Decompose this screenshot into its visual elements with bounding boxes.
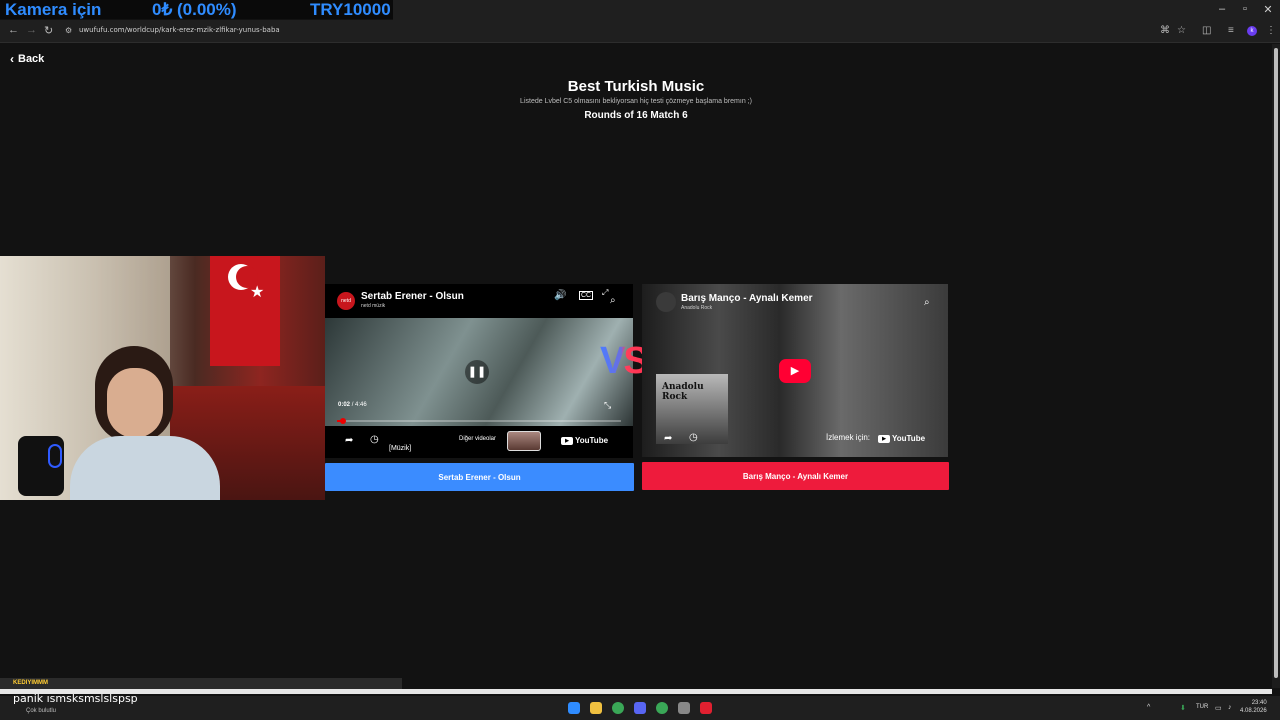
youtube-play-icon: ▶: [878, 434, 890, 443]
youtube-logo[interactable]: ▶ YouTube: [878, 434, 925, 443]
netd-channel-logo[interactable]: netd: [337, 292, 355, 310]
forward-arrow-icon[interactable]: →: [26, 24, 37, 36]
turkish-flag: ★: [210, 256, 280, 366]
back-button[interactable]: ‹ Back: [10, 52, 44, 66]
volume-icon[interactable]: 🔊: [554, 290, 566, 301]
target-readout: TRY10000: [310, 0, 391, 19]
discord-icon[interactable]: [634, 702, 646, 714]
time-readout: 0:02 / 4:46: [338, 402, 367, 408]
watch-later-icon[interactable]: ◷: [370, 434, 379, 445]
file-explorer-icon[interactable]: [590, 702, 602, 714]
translate-icon[interactable]: ⌘: [1160, 25, 1170, 36]
right-video-channel[interactable]: Anadolu Rock: [681, 305, 712, 311]
other-videos-label[interactable]: Diğer videolar: [459, 436, 496, 442]
weather-label: Çok bulutlu: [26, 708, 57, 714]
chat-message: panik ısmsksmslslspsp: [13, 692, 138, 705]
caption-text: [Müzik]: [389, 445, 412, 452]
balance-readout: 0₺ (0.00%): [152, 0, 237, 19]
left-video-channel[interactable]: netd müzik: [361, 303, 385, 309]
chat-username: KEDIYIMMM: [13, 680, 48, 686]
volume-tray-icon[interactable]: ♪: [1228, 704, 1232, 711]
right-video-title[interactable]: Barış Manço - Aynalı Kemer: [681, 293, 813, 304]
start-icon[interactable]: [568, 702, 580, 714]
vote-right-button[interactable]: Barış Manço - Aynalı Kemer: [642, 462, 949, 490]
network-icon[interactable]: ▭: [1215, 704, 1222, 712]
chevron-left-icon: ‹: [10, 52, 14, 66]
progress-bar[interactable]: [337, 418, 621, 424]
close-icon[interactable]: ✕: [1261, 3, 1275, 16]
stream-overlay-bar: Kamera için 0₺ (0.00%) TRY10000: [0, 0, 393, 19]
settings-icon[interactable]: [678, 702, 690, 714]
address-bar: ← → ↻ ⚙ uwufufu.com/worldcup/kark-erez-m…: [0, 20, 1280, 43]
page-title: Best Turkish Music: [567, 78, 705, 95]
share-icon[interactable]: ➦: [345, 435, 353, 446]
play-button[interactable]: ▶: [779, 359, 811, 383]
zoom-icon[interactable]: ⌕: [924, 297, 930, 308]
camera-label: Kamera için: [5, 0, 102, 19]
watch-on-label: İzlemek için:: [826, 433, 871, 442]
anadolu-rock-channel-logo[interactable]: [656, 292, 676, 312]
bookmark-star-icon[interactable]: ☆: [1177, 25, 1186, 36]
microphone: [18, 436, 64, 496]
other-video-thumbnail[interactable]: [507, 431, 541, 451]
youtube-logo[interactable]: ▶ YouTube: [561, 436, 608, 445]
expand-icon[interactable]: ⤡: [604, 400, 611, 411]
back-label: Back: [18, 53, 45, 65]
menu-icon[interactable]: ⋮: [1266, 25, 1276, 36]
site-info-icon[interactable]: ⚙: [65, 26, 72, 35]
clock-time: 23:40: [1251, 700, 1267, 706]
page-scrollbar[interactable]: [1272, 44, 1280, 688]
pause-button[interactable]: ❚❚: [465, 360, 489, 384]
chrome-icon[interactable]: [656, 702, 668, 714]
progress-knob[interactable]: [340, 418, 346, 424]
round-indicator: Rounds of 16 Match 6: [584, 110, 688, 121]
tray-chevron-icon[interactable]: ^: [1147, 704, 1150, 711]
right-video-player[interactable]: Barış Manço - Aynalı Kemer Anadolu Rock …: [642, 284, 948, 457]
streamer: [70, 346, 220, 500]
album-title: Anadolu Rock: [662, 382, 704, 402]
page-description: Listede Lvbel C5 olmasını bekliyorsan hi…: [520, 98, 752, 105]
url-field[interactable]: uwufufu.com/worldcup/kark-erez-mzik-zlfi…: [79, 26, 280, 34]
app-icon[interactable]: [700, 702, 712, 714]
extensions-icon[interactable]: ◫: [1202, 25, 1211, 36]
webcam-feed: ★: [0, 256, 325, 500]
minimize-icon[interactable]: –: [1215, 3, 1229, 15]
chrome-icon[interactable]: [612, 702, 624, 714]
time-total: 4:46: [355, 402, 367, 408]
watch-later-icon[interactable]: ◷: [689, 432, 698, 443]
restore-icon[interactable]: ▫: [1238, 3, 1252, 15]
fullscreen-exit-icon[interactable]: ⤢: [602, 288, 608, 298]
left-video-title[interactable]: Sertab Erener - Olsun: [361, 291, 464, 302]
youtube-play-icon: ▶: [561, 436, 573, 445]
reload-icon[interactable]: ↻: [44, 24, 53, 37]
horizontal-scrollbar[interactable]: [0, 689, 1272, 694]
media-icon[interactable]: ≡: [1228, 25, 1234, 36]
screen: Kamera için 0₺ (0.00%) TRY10000 – ▫ ✕ ← …: [0, 0, 1280, 720]
share-icon[interactable]: ➦: [664, 433, 672, 444]
versus-label: VS: [600, 340, 649, 382]
tray-app-icon[interactable]: ⬇: [1180, 704, 1186, 712]
language-indicator[interactable]: TUR: [1196, 704, 1208, 710]
zoom-icon[interactable]: ⌕: [610, 295, 616, 306]
clock-date: 4.08.2026: [1240, 708, 1267, 714]
captions-icon[interactable]: CC: [579, 291, 594, 300]
vote-left-button[interactable]: Sertab Erener - Olsun: [325, 463, 634, 491]
left-video-player[interactable]: netd Sertab Erener - Olsun netd müzik 🔊 …: [325, 284, 633, 458]
chat-overlay-bar: [0, 678, 402, 689]
profile-avatar[interactable]: k: [1247, 26, 1257, 36]
back-arrow-icon[interactable]: ←: [8, 24, 19, 36]
scrollbar-thumb[interactable]: [1274, 48, 1278, 678]
time-current: 0:02: [338, 402, 351, 408]
system-clock[interactable]: 23:40 4.08.2026: [1240, 699, 1267, 715]
browser-titlebar: – ▫ ✕: [393, 0, 1280, 20]
